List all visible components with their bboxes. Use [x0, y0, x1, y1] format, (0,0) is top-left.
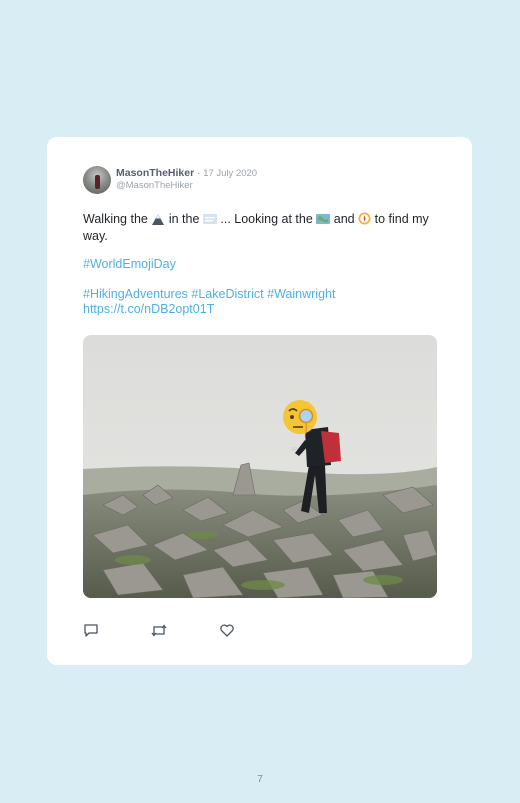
user-handle[interactable]: @MasonTheHiker	[116, 180, 193, 191]
like-icon[interactable]	[219, 623, 235, 643]
fog-icon	[202, 213, 217, 229]
hashtag-world-emoji-day[interactable]: #WorldEmojiDay	[83, 257, 433, 272]
separator: ·	[197, 168, 201, 179]
text-fragment: Walking the	[83, 212, 148, 226]
text-fragment: ... Looking at the	[220, 212, 313, 226]
page-number: 7	[257, 774, 263, 785]
tweet-text: Walking the in the ... Looking at the an…	[83, 212, 433, 244]
tweet-photo[interactable]	[83, 335, 437, 598]
map-icon	[316, 213, 331, 229]
text-fragment: in the	[168, 212, 200, 226]
tweet-header: MasonTheHiker · 17 July 2020	[116, 167, 257, 179]
hashtag-hiking-adventures[interactable]: #HikingAdventures	[83, 287, 188, 301]
reply-icon[interactable]	[83, 623, 99, 643]
hashtag-link[interactable]: #WorldEmojiDay	[83, 257, 176, 271]
photo-scene	[83, 335, 437, 598]
mountain-icon	[151, 213, 165, 229]
text-fragment: and	[333, 212, 355, 226]
compass-icon	[358, 212, 371, 229]
retweet-icon[interactable]	[150, 623, 168, 643]
hashtag-lake-district[interactable]: #LakeDistrict	[191, 287, 263, 301]
display-name[interactable]: MasonTheHiker	[116, 167, 194, 179]
tweet-url[interactable]: https://t.co/nDB2opt01T	[83, 302, 214, 316]
hashtag-wainwright[interactable]: #Wainwright	[267, 287, 335, 301]
tweet-links: #HikingAdventures #LakeDistrict #Wainwri…	[83, 287, 433, 317]
tweet-card: MasonTheHiker · 17 July 2020 @MasonTheHi…	[47, 137, 472, 665]
avatar[interactable]	[83, 166, 111, 194]
tweet-date[interactable]: 17 July 2020	[203, 168, 257, 179]
